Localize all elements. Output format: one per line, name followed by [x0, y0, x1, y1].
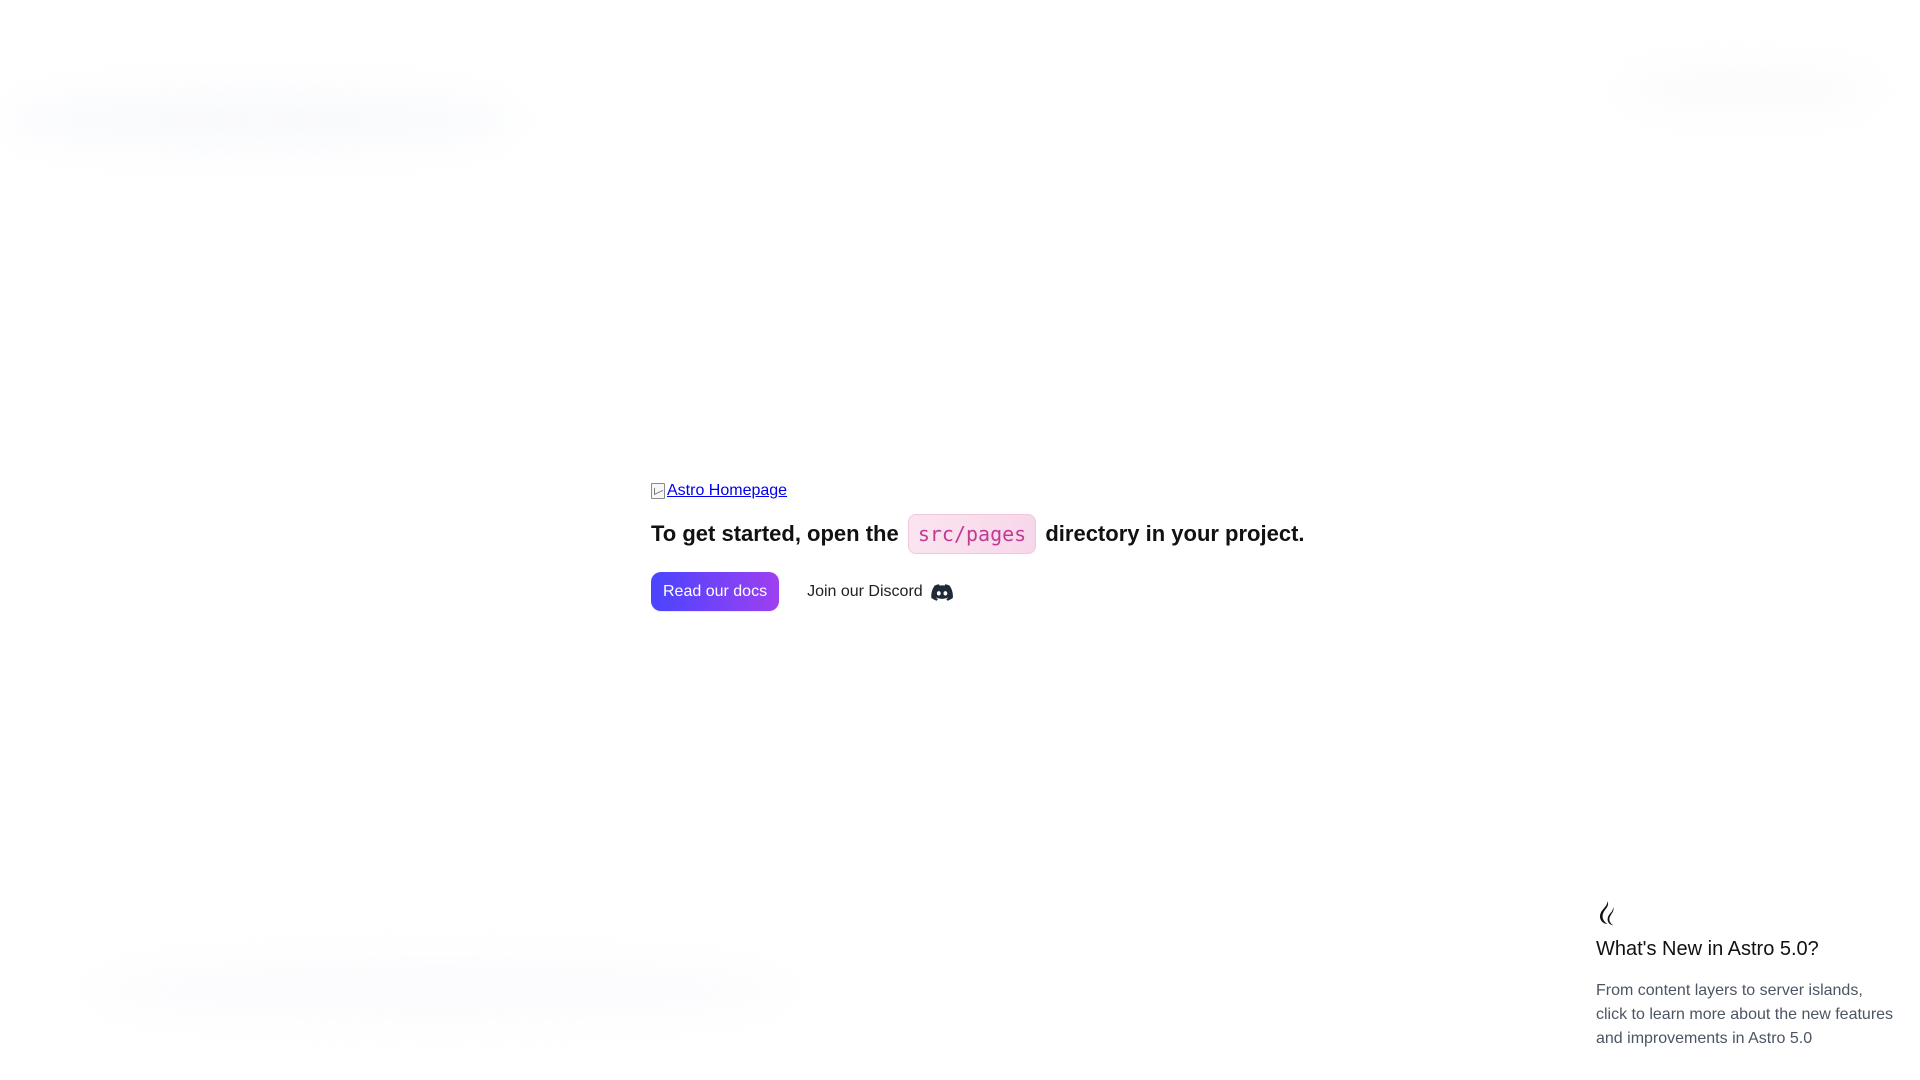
heading-suffix: directory in your project. [1045, 521, 1305, 546]
src-pages-code: src/pages [907, 514, 1037, 554]
join-discord-label: Join our Discord [807, 582, 923, 600]
background-blur-right [1620, 70, 1880, 110]
flame-icon [1600, 901, 1614, 926]
read-docs-button[interactable]: Read our docs [651, 572, 780, 611]
astro-welcome-page: Astro Homepage To get started, open the … [0, 0, 1920, 1080]
heading-prefix: To get started, open the [651, 521, 899, 546]
background-blur-bottom [90, 960, 790, 1020]
hero-actions: Read our docs Join our Discord [651, 572, 1411, 611]
hero-section: Astro Homepage To get started, open the … [651, 481, 1411, 611]
astro-homepage-label: Astro Homepage [667, 482, 788, 499]
discord-icon [930, 583, 953, 601]
astro-homepage-link[interactable]: Astro Homepage [651, 481, 787, 501]
broken-image-icon [651, 483, 665, 499]
news-title: What's New in Astro 5.0? [1596, 938, 1819, 960]
getting-started-heading: To get started, open the src/pages direc… [651, 514, 1411, 554]
join-discord-link[interactable]: Join our Discord [807, 582, 953, 602]
background-blur-top [0, 90, 520, 150]
whats-new-card[interactable]: What's New in Astro 5.0? From content la… [1596, 900, 1896, 1051]
news-description: From content layers to server islands, c… [1596, 982, 1894, 1047]
